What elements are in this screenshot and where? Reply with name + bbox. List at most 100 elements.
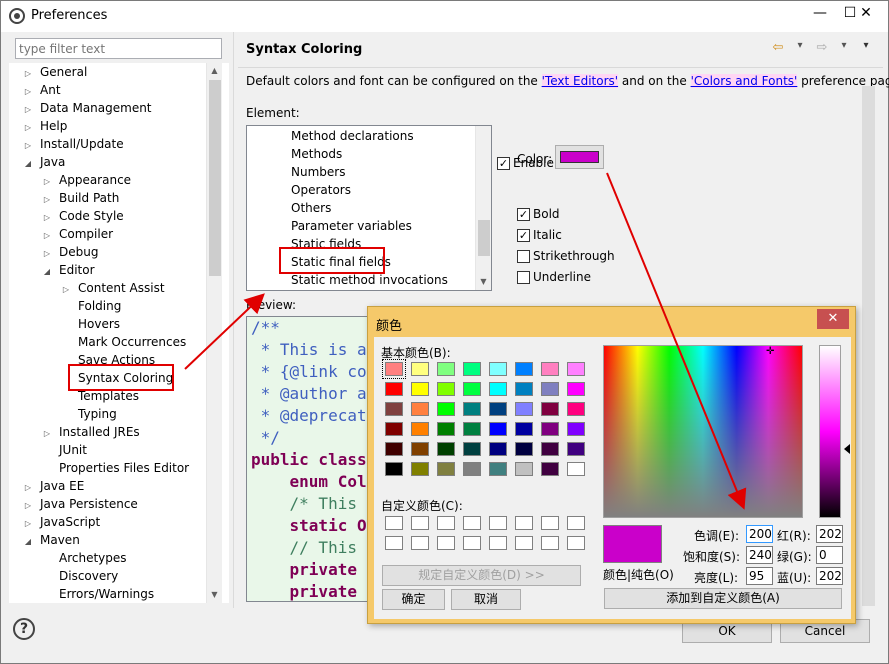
tree-item[interactable]: ▷ Data Management xyxy=(23,99,152,117)
colors-and-fonts-link[interactable]: 'Colors and Fonts' xyxy=(690,74,798,88)
basic-color-swatch[interactable] xyxy=(411,362,429,376)
tree-item[interactable]: Errors/Warnings xyxy=(42,585,154,603)
tree-item[interactable]: ▷ Help xyxy=(23,117,67,135)
luminance-pointer-icon[interactable] xyxy=(844,444,850,454)
basic-color-swatch[interactable] xyxy=(541,422,559,436)
basic-color-swatch[interactable] xyxy=(463,462,481,476)
custom-color-swatch[interactable] xyxy=(515,536,533,550)
code-preview[interactable]: /** * This is a * {@link co * @author a … xyxy=(246,316,380,602)
luminance-bar[interactable] xyxy=(819,345,841,518)
element-item[interactable]: Numbers xyxy=(291,163,345,181)
tree-item[interactable]: ◢ Java xyxy=(23,153,65,171)
tree-item[interactable]: ▷ Build Path xyxy=(42,189,119,207)
basic-color-swatch[interactable] xyxy=(437,362,455,376)
underline-checkbox[interactable]: Underline xyxy=(517,270,591,284)
tree-item[interactable]: ▷ General xyxy=(23,63,87,81)
basic-color-swatch[interactable] xyxy=(567,442,585,456)
tree-scroll-thumb[interactable] xyxy=(209,80,221,276)
basic-color-swatch[interactable] xyxy=(567,462,585,476)
color-ok-button[interactable]: 确定 xyxy=(382,589,445,610)
basic-color-swatch[interactable] xyxy=(541,382,559,396)
tree-item[interactable]: Hovers xyxy=(61,315,120,333)
italic-checkbox[interactable]: ✓ Italic xyxy=(517,228,562,242)
basic-color-swatch[interactable] xyxy=(463,422,481,436)
basic-color-swatch[interactable] xyxy=(515,362,533,376)
element-item[interactable]: Parameter variables xyxy=(291,217,412,235)
color-cancel-button[interactable]: 取消 xyxy=(451,589,521,610)
tree-item[interactable]: Folding xyxy=(61,297,121,315)
basic-color-swatch[interactable] xyxy=(411,442,429,456)
basic-color-swatch[interactable] xyxy=(567,402,585,416)
custom-color-swatch[interactable] xyxy=(411,536,429,550)
basic-color-swatch[interactable] xyxy=(489,422,507,436)
tree-item[interactable]: ▷ Java EE xyxy=(23,477,84,495)
element-item[interactable]: Others xyxy=(291,199,331,217)
custom-color-swatch[interactable] xyxy=(437,516,455,530)
basic-color-swatch[interactable] xyxy=(515,462,533,476)
luminance-field[interactable]: 95 xyxy=(746,567,773,585)
basic-color-swatch[interactable] xyxy=(437,402,455,416)
basic-color-swatch[interactable] xyxy=(515,442,533,456)
tree-scrollbar[interactable]: ▲ ▼ xyxy=(206,63,222,603)
element-scrollbar[interactable]: ▼ xyxy=(475,126,491,290)
custom-color-swatch[interactable] xyxy=(567,536,585,550)
custom-color-swatch[interactable] xyxy=(515,516,533,530)
tree-item[interactable]: JUnit xyxy=(42,441,87,459)
basic-color-swatch[interactable] xyxy=(463,442,481,456)
strikethrough-checkbox[interactable]: Strikethrough xyxy=(517,249,615,263)
custom-color-swatch[interactable] xyxy=(567,516,585,530)
minimize-button[interactable]: — xyxy=(805,1,835,27)
basic-color-swatch[interactable] xyxy=(515,422,533,436)
basic-color-swatch[interactable] xyxy=(489,382,507,396)
tree-item[interactable]: Properties Files Editor xyxy=(42,459,189,477)
basic-color-swatch[interactable] xyxy=(437,462,455,476)
tree-item[interactable]: ▷ Debug xyxy=(42,243,99,261)
custom-color-swatch[interactable] xyxy=(463,536,481,550)
tree-item[interactable]: ◢ Maven xyxy=(23,531,80,549)
back-menu-icon[interactable]: ▾ xyxy=(791,40,809,55)
basic-color-swatch[interactable] xyxy=(541,462,559,476)
tree-item[interactable]: ▷ Compiler xyxy=(42,225,113,243)
tree-item[interactable]: Mark Occurrences xyxy=(61,333,186,351)
basic-color-swatch[interactable] xyxy=(411,382,429,396)
basic-color-swatch[interactable] xyxy=(567,422,585,436)
basic-color-swatch[interactable] xyxy=(385,402,403,416)
basic-color-swatch[interactable] xyxy=(515,382,533,396)
filter-input[interactable] xyxy=(15,38,222,59)
basic-color-swatch[interactable] xyxy=(411,462,429,476)
custom-color-swatch[interactable] xyxy=(463,516,481,530)
tree-item[interactable]: ▷ JavaScript xyxy=(23,513,100,531)
forward-arrow-icon[interactable]: ⇨ xyxy=(813,40,831,55)
tree-item[interactable]: ▷ Appearance xyxy=(42,171,131,189)
back-arrow-icon[interactable]: ⇦ xyxy=(769,40,787,55)
view-menu-icon[interactable]: ▾ xyxy=(857,40,875,55)
basic-color-swatch[interactable] xyxy=(463,402,481,416)
scroll-up-icon[interactable]: ▲ xyxy=(207,63,222,79)
tree-item[interactable]: ▷ Installed JREs xyxy=(42,423,140,441)
custom-color-swatch[interactable] xyxy=(437,536,455,550)
custom-color-swatch[interactable] xyxy=(489,536,507,550)
page-scroll-thumb[interactable] xyxy=(862,86,875,606)
custom-color-swatch[interactable] xyxy=(489,516,507,530)
forward-menu-icon[interactable]: ▾ xyxy=(835,40,853,55)
tree-item[interactable]: Discovery xyxy=(42,567,118,585)
element-item[interactable]: Methods xyxy=(291,145,342,163)
tree-item[interactable]: ▷ Ant xyxy=(23,81,61,99)
basic-color-swatch[interactable] xyxy=(489,362,507,376)
custom-color-swatch[interactable] xyxy=(541,516,559,530)
custom-color-swatch[interactable] xyxy=(385,536,403,550)
basic-color-swatch[interactable] xyxy=(411,422,429,436)
basic-color-swatch[interactable] xyxy=(541,402,559,416)
element-scroll-thumb[interactable] xyxy=(478,220,490,256)
basic-color-swatch[interactable] xyxy=(385,462,403,476)
tree-item[interactable]: ▷ Code Style xyxy=(42,207,124,225)
color-dialog-close-button[interactable]: ✕ xyxy=(817,309,849,329)
green-field[interactable]: 0 xyxy=(816,546,843,564)
expanded-arrow-icon[interactable]: ◢ xyxy=(23,155,33,173)
color-spectrum[interactable] xyxy=(603,345,803,518)
basic-color-swatch[interactable] xyxy=(489,402,507,416)
define-custom-colors-button[interactable]: 规定自定义颜色(D) >> xyxy=(382,565,581,586)
page-scrollbar[interactable] xyxy=(860,86,877,606)
blue-field[interactable]: 202 xyxy=(816,567,843,585)
basic-color-swatch[interactable] xyxy=(567,362,585,376)
